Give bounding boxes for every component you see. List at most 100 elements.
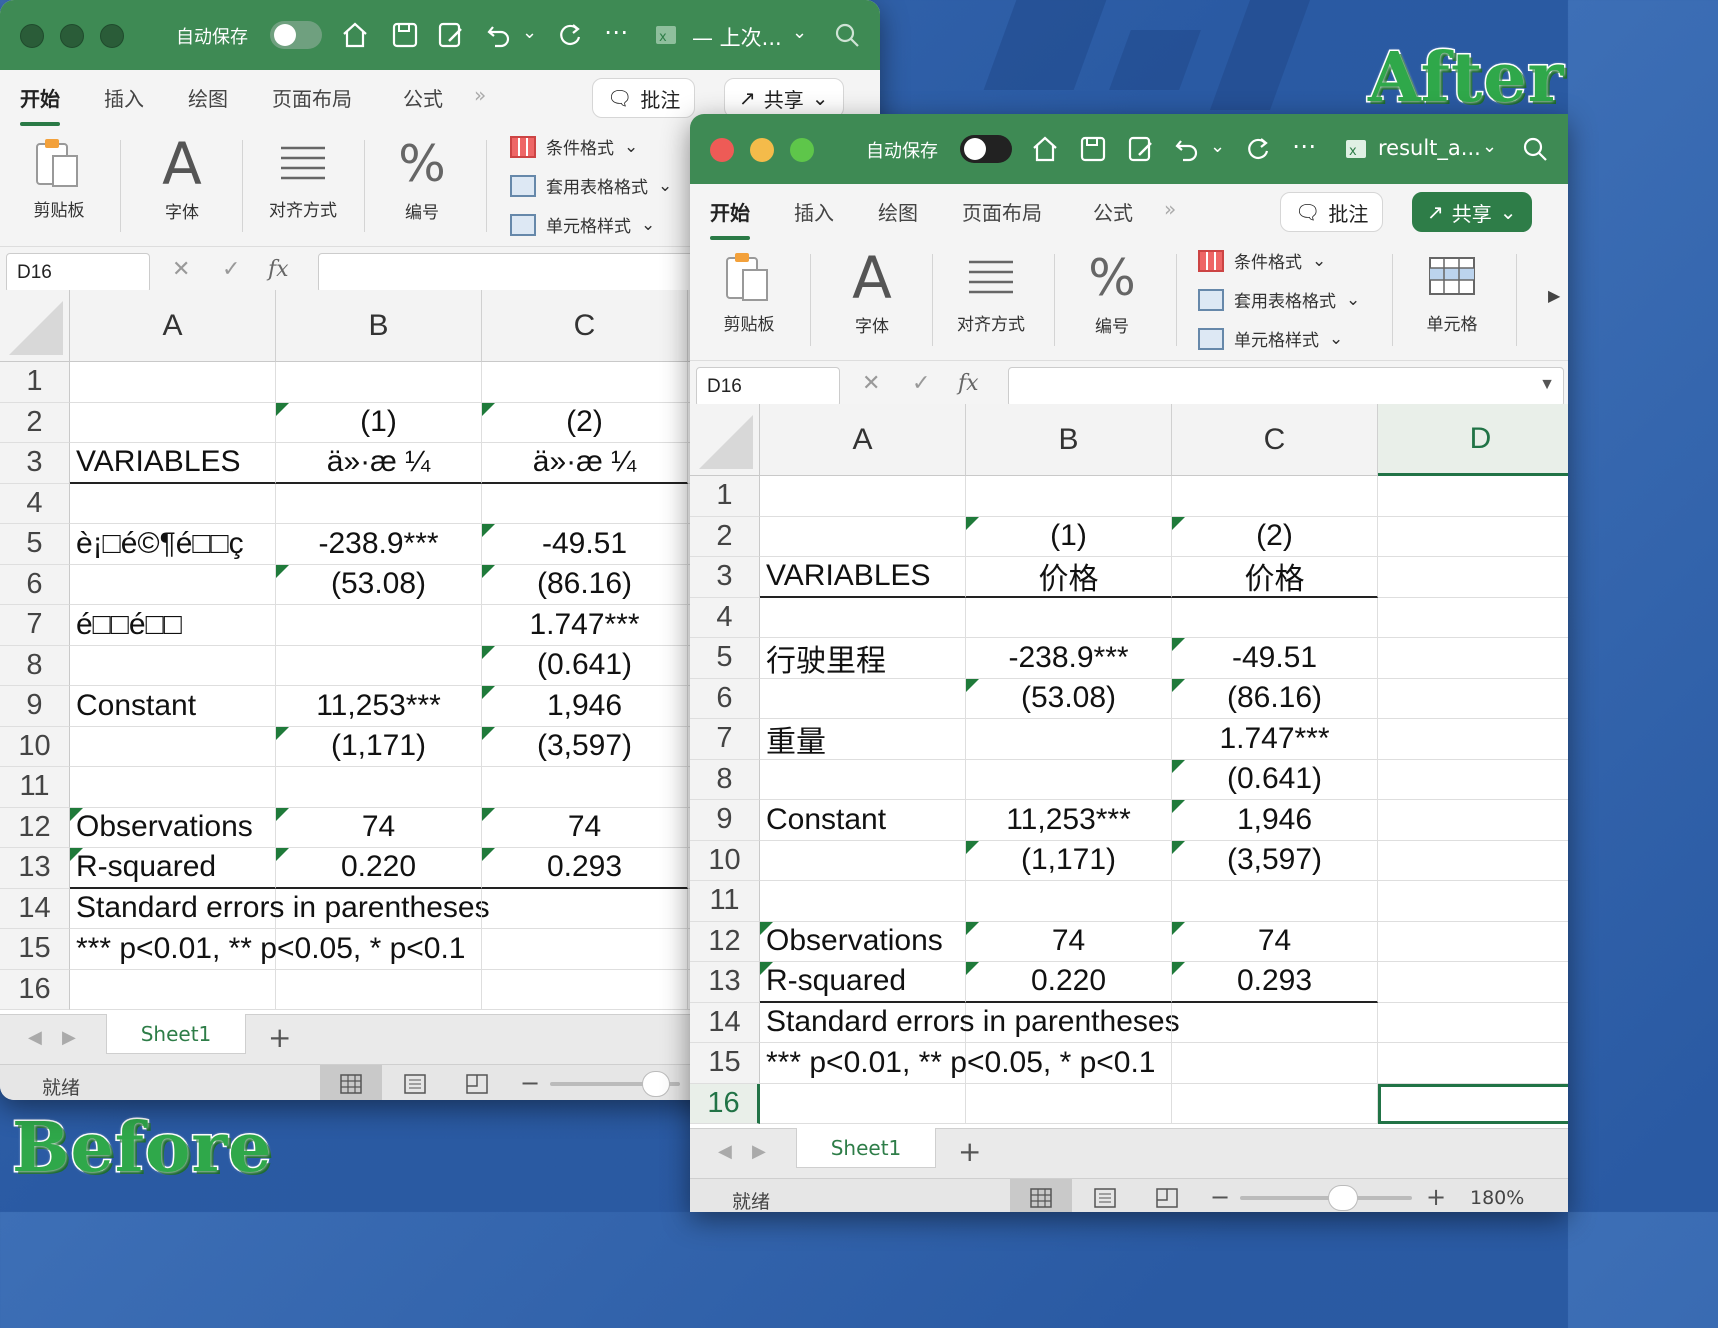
cell-b16[interactable] — [966, 1083, 1172, 1124]
tab-formulas[interactable]: 公式 — [403, 83, 443, 112]
tab-home[interactable]: 开始 — [710, 197, 750, 240]
page-break-view-button[interactable] — [446, 1065, 508, 1100]
cell-a1[interactable] — [760, 476, 966, 517]
cell-d3[interactable] — [1378, 557, 1568, 598]
cell-d12[interactable] — [1378, 922, 1568, 962]
tab-page-layout[interactable]: 页面布局 — [962, 197, 1042, 226]
add-sheet-button[interactable]: + — [958, 1135, 981, 1168]
cell-a13[interactable]: R-squared — [760, 962, 966, 1003]
row-header[interactable]: 15 — [690, 1043, 760, 1084]
cell-a15[interactable]: *** p<0.01, ** p<0.05, * p<0.1 — [760, 1043, 1156, 1084]
cell-d9[interactable] — [1378, 800, 1568, 841]
title-dropdown-icon[interactable]: ⌄ — [1482, 136, 1497, 157]
function-icon[interactable]: fx — [268, 257, 289, 282]
cell-c5[interactable]: -49.51 — [482, 524, 688, 565]
page-layout-view-button[interactable] — [1074, 1179, 1136, 1212]
cell-a14[interactable]: Standard errors in parentheses — [70, 888, 490, 929]
row-header[interactable]: 9 — [690, 800, 760, 841]
zoom-level[interactable]: 180% — [1470, 1187, 1524, 1209]
autosave-toggle[interactable] — [270, 21, 322, 49]
page-layout-view-button[interactable] — [384, 1065, 446, 1100]
cell-c7[interactable]: 1.747*** — [1172, 719, 1378, 760]
row-header[interactable]: 12 — [690, 921, 760, 962]
cell-d13[interactable] — [1378, 962, 1568, 1003]
zoom-out-button[interactable]: − — [1210, 1183, 1230, 1211]
cell-a9[interactable]: Constant — [760, 800, 966, 841]
cell-style-button[interactable]: 单元格样式 ⌄ — [510, 212, 655, 237]
cell-c12[interactable]: 74 — [482, 807, 688, 848]
row-header[interactable]: 1 — [690, 476, 760, 517]
cell-a11[interactable] — [760, 881, 966, 922]
column-header-d[interactable]: D — [1378, 404, 1568, 476]
row-header[interactable]: 11 — [0, 767, 70, 808]
row-header[interactable]: 4 — [690, 597, 760, 638]
cell-b6[interactable]: (53.08) — [276, 564, 482, 605]
select-all-corner[interactable] — [0, 290, 70, 362]
number-group[interactable]: % 编号 — [1072, 250, 1152, 337]
cell-style-button[interactable]: 单元格样式 ⌄ — [1198, 326, 1343, 351]
edit-icon[interactable] — [1124, 132, 1158, 166]
cell-a5[interactable]: è¡□é©¶é□□ç — [70, 524, 276, 565]
row-header[interactable]: 8 — [0, 645, 70, 686]
row-header[interactable]: 14 — [0, 888, 70, 929]
more-icon[interactable]: ⋯ — [1292, 132, 1316, 160]
row-header[interactable]: 12 — [0, 807, 70, 848]
cell-c8[interactable]: (0.641) — [482, 645, 688, 686]
cell-a5[interactable]: 行驶里程 — [760, 638, 966, 679]
normal-view-button[interactable] — [320, 1065, 382, 1100]
cell-a11[interactable] — [70, 767, 276, 808]
cell-c12[interactable]: 74 — [1172, 921, 1378, 962]
cell-c14[interactable] — [1172, 1002, 1378, 1043]
next-sheet-icon[interactable]: ▶ — [752, 1141, 766, 1162]
comments-button[interactable]: 🗨 批注 — [592, 78, 696, 118]
cell-d4[interactable] — [1378, 598, 1568, 638]
row-header[interactable]: 16 — [0, 969, 70, 1010]
cell-d6[interactable] — [1378, 679, 1568, 719]
share-button[interactable]: ↗ 共享 ⌄ — [1412, 192, 1532, 232]
cell-b1[interactable] — [966, 476, 1172, 517]
cell-b2[interactable]: (1) — [276, 402, 482, 443]
cell-b4[interactable] — [276, 483, 482, 524]
minimize-window-button[interactable] — [60, 24, 84, 48]
cell-b14[interactable] — [966, 1002, 1172, 1043]
cell-a7[interactable]: 重量 — [760, 719, 966, 760]
row-header[interactable]: 5 — [0, 524, 70, 565]
cell-d2[interactable] — [1378, 517, 1568, 557]
tab-insert[interactable]: 插入 — [104, 83, 144, 112]
column-header-a[interactable]: A — [70, 290, 276, 362]
cell-b3[interactable]: 价格 — [966, 557, 1172, 598]
row-header[interactable]: 3 — [0, 443, 70, 484]
cell-a2[interactable] — [70, 402, 276, 443]
cell-b4[interactable] — [966, 597, 1172, 638]
cell-c2[interactable]: (2) — [1172, 516, 1378, 557]
row-header[interactable]: 1 — [0, 362, 70, 403]
cell-d11[interactable] — [1378, 881, 1568, 922]
maximize-window-button[interactable] — [100, 24, 124, 48]
cell-c15[interactable] — [1172, 1043, 1378, 1084]
cell-b5[interactable]: -238.9*** — [966, 638, 1172, 679]
tab-draw[interactable]: 绘图 — [188, 83, 228, 112]
next-sheet-icon[interactable]: ▶ — [62, 1027, 76, 1048]
cell-b3[interactable]: ä»·æ ¼ — [276, 443, 482, 484]
cell-b5[interactable]: -238.9*** — [276, 524, 482, 565]
row-header[interactable]: 10 — [690, 840, 760, 881]
cell-a2[interactable] — [760, 516, 966, 557]
conditional-format-button[interactable]: 条件格式 ⌄ — [1198, 248, 1326, 273]
cell-c11[interactable] — [482, 767, 688, 808]
cell-c1[interactable] — [1172, 476, 1378, 517]
cell-b14[interactable] — [276, 888, 482, 929]
column-header-c[interactable]: C — [1172, 404, 1378, 476]
maximize-window-button[interactable] — [790, 138, 814, 162]
undo-dropdown-icon[interactable]: ⌄ — [1210, 136, 1225, 157]
undo-icon[interactable] — [1170, 132, 1204, 166]
cell-b13[interactable]: 0.220 — [966, 962, 1172, 1003]
cell-c6[interactable]: (86.16) — [482, 564, 688, 605]
cell-c4[interactable] — [482, 483, 688, 524]
formula-input[interactable]: ▼ — [1008, 367, 1564, 407]
conditional-format-button[interactable]: 条件格式 ⌄ — [510, 134, 638, 159]
cell-b8[interactable] — [966, 759, 1172, 800]
prev-sheet-icon[interactable]: ◀ — [28, 1027, 42, 1048]
column-header-a[interactable]: A — [760, 404, 966, 476]
cell-b8[interactable] — [276, 645, 482, 686]
tab-insert[interactable]: 插入 — [794, 197, 834, 226]
